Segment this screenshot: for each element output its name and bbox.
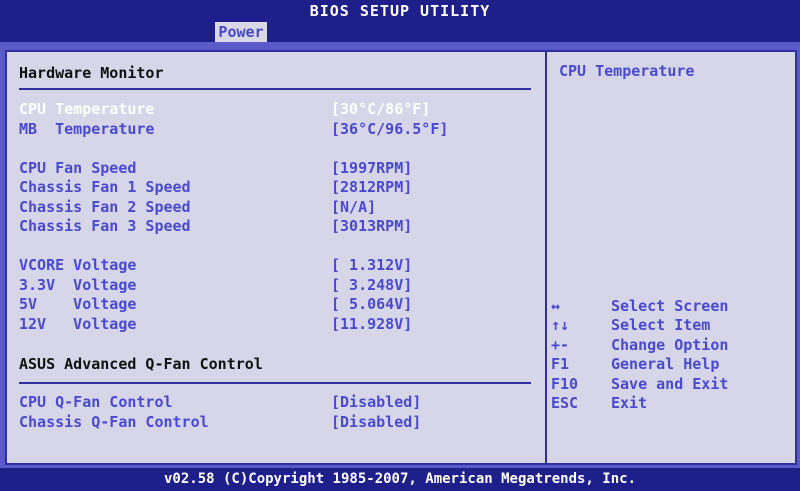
setting-value: [N/A] bbox=[331, 198, 377, 216]
key-description: General Help bbox=[611, 355, 720, 373]
setting-label: Chassis Fan 1 Speed bbox=[19, 178, 191, 196]
qfan-divider bbox=[19, 382, 531, 384]
help-panel: CPU Temperature ↔ Select Screen ↑↓ Selec… bbox=[545, 50, 797, 465]
setting-label: CPU Temperature bbox=[19, 100, 155, 118]
setting-label: MB Temperature bbox=[19, 120, 155, 138]
key-description: Select Item bbox=[611, 316, 711, 334]
setting-value: [ 1.312V] bbox=[331, 256, 413, 274]
setting-label: 3.3V Voltage bbox=[19, 276, 137, 294]
left-right-arrow-icon: ↔ bbox=[551, 297, 561, 315]
window-title: BIOS SETUP UTILITY bbox=[0, 0, 800, 22]
setting-value: [3013RPM] bbox=[331, 217, 413, 235]
f1-key: F1 bbox=[551, 355, 570, 373]
setting-value: [36°C/96.5°F] bbox=[331, 120, 449, 138]
setting-label: CPU Q-Fan Control bbox=[19, 393, 173, 411]
menu-bar: Power bbox=[0, 22, 800, 42]
f10-key: F10 bbox=[551, 375, 579, 393]
section-divider bbox=[19, 88, 531, 90]
esc-key: ESC bbox=[551, 394, 579, 412]
setting-label: Chassis Fan 3 Speed bbox=[19, 217, 191, 235]
setting-label: Chassis Fan 2 Speed bbox=[19, 198, 191, 216]
setting-label: 12V Voltage bbox=[19, 315, 137, 333]
up-down-arrow-icon: ↑↓ bbox=[551, 316, 570, 334]
setting-value: [1997RPM] bbox=[331, 159, 413, 177]
setting-value: [Disabled] bbox=[331, 393, 422, 411]
setting-label: 5V Voltage bbox=[19, 295, 137, 313]
key-description: Save and Exit bbox=[611, 375, 729, 393]
plus-minus-key: +- bbox=[551, 336, 570, 354]
setting-label: Chassis Q-Fan Control bbox=[19, 413, 209, 431]
setting-value: [30°C/86°F] bbox=[331, 100, 431, 118]
key-description: Exit bbox=[611, 394, 648, 412]
key-description: Change Option bbox=[611, 336, 729, 354]
setting-value: [11.928V] bbox=[331, 315, 413, 333]
help-title: CPU Temperature bbox=[559, 62, 695, 80]
setting-value: [ 3.248V] bbox=[331, 276, 413, 294]
tab-power[interactable]: Power bbox=[215, 22, 267, 42]
setting-label: CPU Fan Speed bbox=[19, 159, 137, 177]
copyright-footer: v02.58 (C)Copyright 1985-2007, American … bbox=[0, 468, 800, 491]
key-description: Select Screen bbox=[611, 297, 729, 315]
setting-value: [Disabled] bbox=[331, 413, 422, 431]
setting-value: [ 5.064V] bbox=[331, 295, 413, 313]
setting-value: [2812RPM] bbox=[331, 178, 413, 196]
main-panel: Hardware Monitor CPU Temperature [30°C/8… bbox=[5, 50, 547, 465]
section-title: Hardware Monitor bbox=[19, 64, 164, 82]
qfan-section-title: ASUS Advanced Q-Fan Control bbox=[19, 355, 263, 373]
setting-label: VCORE Voltage bbox=[19, 256, 137, 274]
